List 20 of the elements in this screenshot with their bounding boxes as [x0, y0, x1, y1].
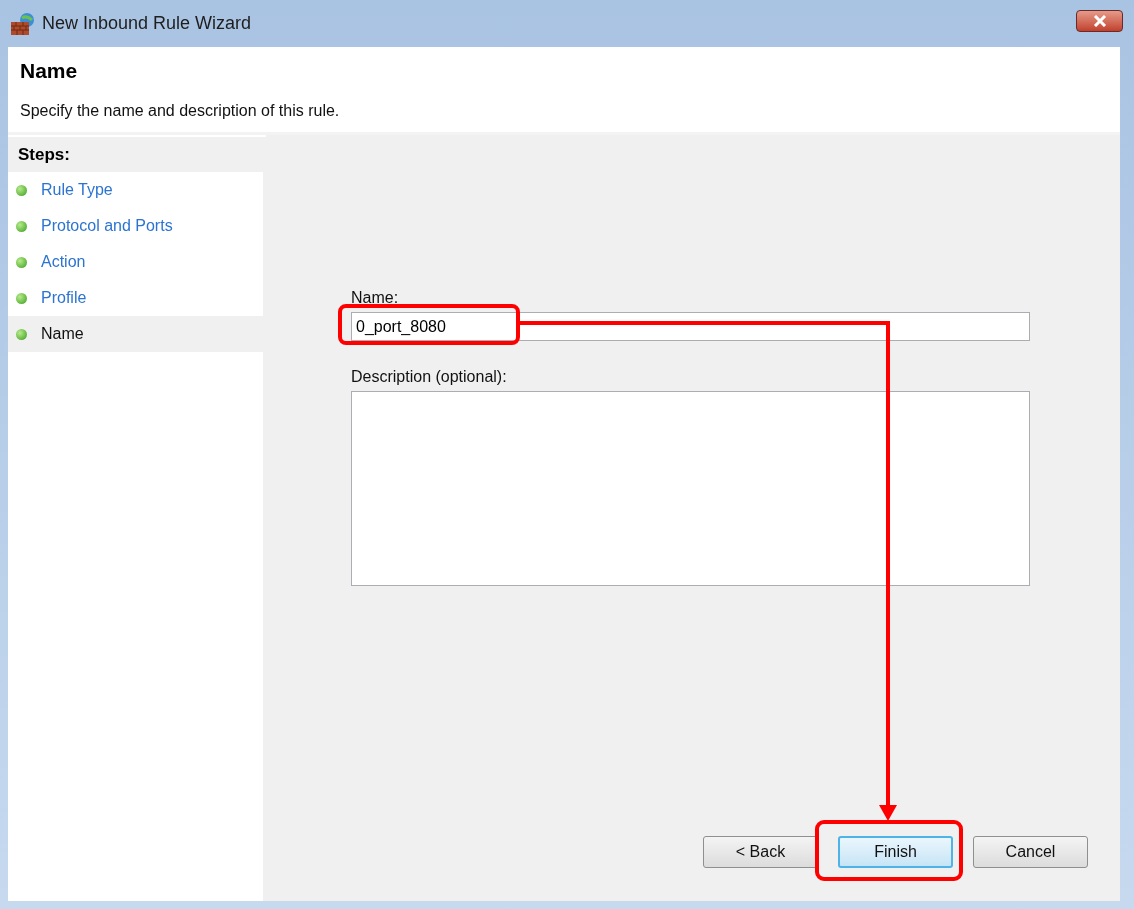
- bullet-icon: [16, 256, 27, 268]
- firewall-icon: [10, 11, 36, 36]
- wizard-button[interactable]: < Back: [703, 836, 818, 868]
- page-description: Specify the name and description of this rule.: [20, 100, 341, 121]
- close-button[interactable]: [1076, 9, 1123, 32]
- bullet-icon: [16, 184, 27, 196]
- step-item[interactable]: Name: [8, 316, 263, 352]
- bullet-icon: [16, 328, 27, 340]
- bullet-icon: [16, 292, 27, 304]
- close-icon: [1091, 14, 1108, 27]
- bullet-icon: [16, 220, 27, 232]
- field-label: Name:: [351, 288, 400, 308]
- page-heading: Name: [20, 58, 79, 84]
- description-field[interactable]: [351, 391, 1030, 586]
- wizard-button[interactable]: Finish: [838, 836, 953, 868]
- field-label: Description (optional):: [351, 367, 508, 387]
- name-field[interactable]: 0_port_8080: [351, 312, 1030, 341]
- steps-heading: Steps:: [8, 137, 263, 172]
- wizard-button[interactable]: Cancel: [973, 836, 1088, 868]
- window-title: New Inbound Rule Wizard: [42, 12, 252, 35]
